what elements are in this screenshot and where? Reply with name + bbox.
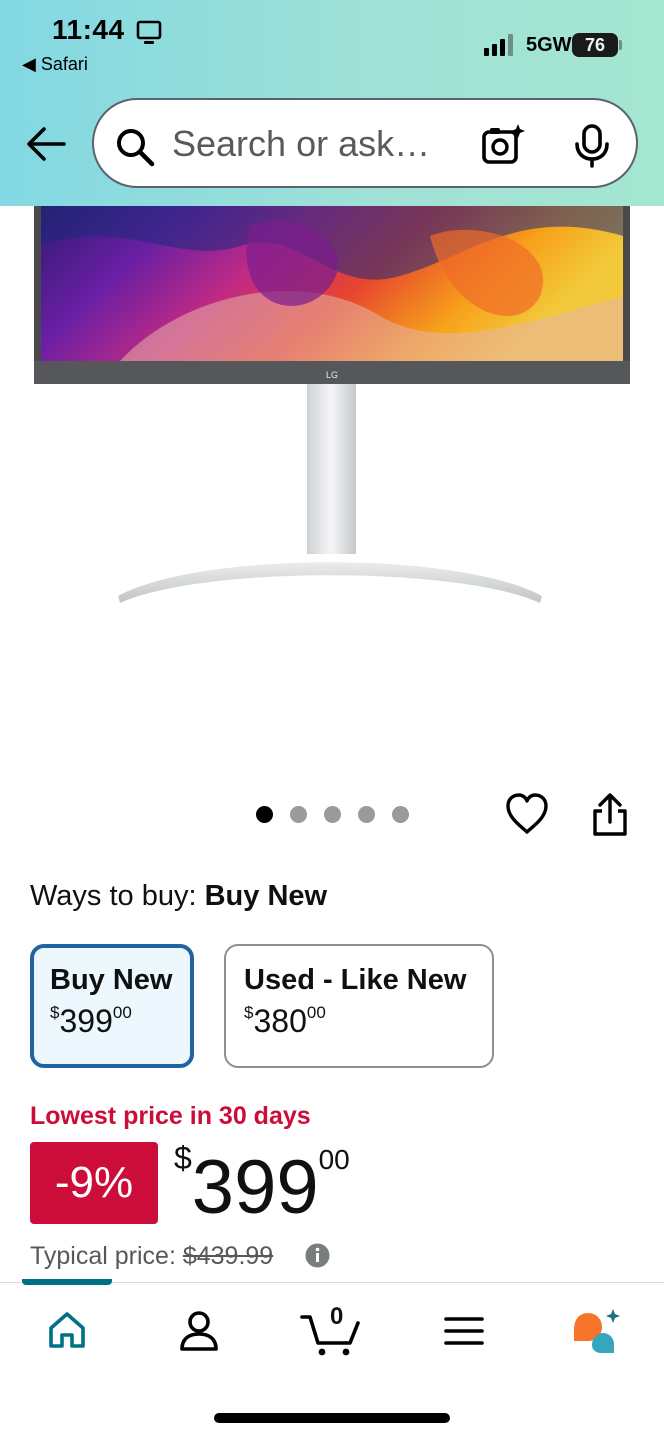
discount-badge: -9% (30, 1142, 158, 1224)
bottom-navigation: 0 (0, 1279, 664, 1440)
search-bar[interactable] (92, 98, 638, 188)
price-fraction: 00 (318, 1144, 350, 1175)
info-icon[interactable] (305, 1243, 330, 1268)
image-carousel-dots[interactable] (256, 806, 409, 823)
back-arrow-icon[interactable] (24, 124, 68, 164)
typical-price-label: Typical price: (30, 1242, 176, 1270)
top-header: 11:44 ◀ Safari 5GW 76 (0, 0, 664, 206)
product-image[interactable]: LG (0, 206, 664, 616)
rufus-ai-icon[interactable] (570, 1307, 624, 1355)
option-title: Used - Like New (244, 964, 467, 996)
ways-to-buy-label: Ways to buy: (30, 880, 197, 912)
option-title: Buy New (50, 964, 173, 996)
status-time: 11:44 (52, 14, 125, 45)
carousel-dot[interactable] (256, 806, 273, 823)
menu-icon[interactable] (444, 1315, 484, 1347)
current-price: $39900 (174, 1140, 350, 1229)
ways-to-buy: Ways to buy: Buy New (30, 880, 327, 913)
battery-icon: 76 (572, 33, 618, 57)
battery-level: 76 (584, 34, 606, 55)
carousel-dot[interactable] (324, 806, 341, 823)
carousel-dot[interactable] (290, 806, 307, 823)
brand-logo-text: LG (326, 370, 338, 380)
typical-price: Typical price: $439.99 (30, 1242, 273, 1271)
home-indicator (214, 1413, 450, 1423)
screen-mirroring-icon (136, 20, 162, 44)
home-icon[interactable] (46, 1309, 88, 1351)
deal-label: Lowest price in 30 days (30, 1102, 311, 1130)
carousel-dot[interactable] (392, 806, 409, 823)
carousel-dot[interactable] (358, 806, 375, 823)
price-currency: $ (174, 1140, 192, 1176)
battery-tip (619, 40, 622, 50)
ways-to-buy-selected: Buy New (204, 880, 328, 912)
search-icon[interactable] (114, 126, 156, 168)
microphone-icon[interactable] (572, 124, 612, 168)
cart-count: 0 (330, 1303, 344, 1330)
share-icon[interactable] (590, 792, 630, 838)
typical-price-value: $439.99 (182, 1242, 274, 1270)
search-input[interactable] (172, 120, 462, 168)
option-price: $39900 (50, 1003, 132, 1039)
buy-new-option[interactable]: Buy New $39900 (30, 944, 194, 1068)
network-type: 5GW (526, 34, 572, 56)
used-like-new-option[interactable]: Used - Like New $38000 (224, 944, 494, 1068)
option-price: $38000 (244, 1003, 326, 1039)
active-tab-indicator (22, 1279, 112, 1285)
back-to-safari-link[interactable]: ◀ Safari (22, 54, 88, 75)
camera-search-icon[interactable] (480, 122, 528, 168)
price-whole: 399 (191, 1145, 319, 1230)
account-icon[interactable] (178, 1309, 220, 1353)
signal-strength-icon (484, 34, 513, 56)
heart-icon[interactable] (504, 792, 550, 836)
